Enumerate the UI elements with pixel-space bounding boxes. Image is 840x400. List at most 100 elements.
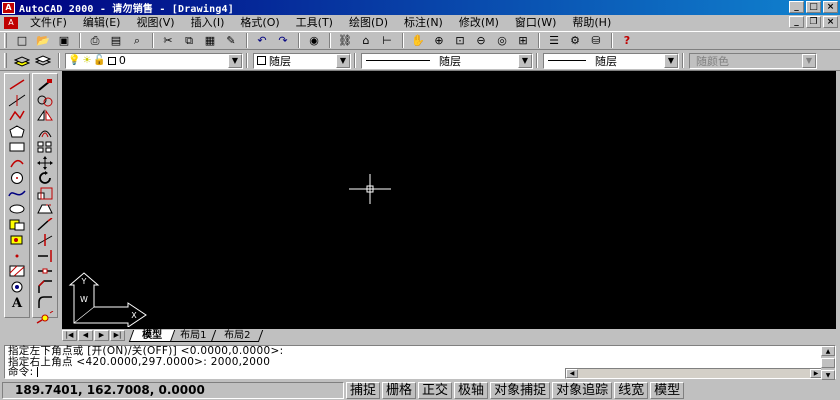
- status-toggle[interactable]: 正交: [418, 382, 453, 399]
- polygon-icon[interactable]: [7, 124, 27, 139]
- object-snap-icon[interactable]: ⌂: [357, 33, 375, 49]
- menu-item[interactable]: 标注(N): [396, 16, 451, 30]
- copy-object-icon[interactable]: [35, 94, 55, 108]
- scale-icon[interactable]: [35, 187, 55, 201]
- layers-icon[interactable]: [13, 53, 31, 69]
- save-icon[interactable]: ▣: [55, 33, 73, 49]
- status-toggle[interactable]: 极轴: [454, 382, 489, 399]
- status-toggle[interactable]: 模型: [650, 382, 685, 399]
- database-icon[interactable]: ⛁: [587, 33, 605, 49]
- command-vertical-scrollbar[interactable]: ▲ ▼: [821, 346, 835, 380]
- cut-icon[interactable]: ✂: [159, 33, 177, 49]
- first-tab-button[interactable]: |◀: [62, 330, 77, 341]
- menu-item[interactable]: 修改(M): [451, 16, 507, 30]
- insert-hyperlink-icon[interactable]: ⛓: [336, 33, 354, 49]
- spline-icon[interactable]: [7, 187, 27, 201]
- print-icon[interactable]: ⎙: [86, 33, 104, 49]
- move-icon[interactable]: [35, 155, 55, 170]
- tab-2[interactable]: 布局2: [211, 329, 264, 342]
- status-toggle[interactable]: 对象追踪: [552, 382, 613, 399]
- copy-icon[interactable]: ⧉: [180, 33, 198, 49]
- layer-dropdown[interactable]: 💡 ☀ 🔓 0 ▼: [65, 52, 243, 69]
- web-icon[interactable]: ◉: [305, 33, 323, 49]
- zoom-window-icon[interactable]: ⊡: [451, 33, 469, 49]
- scroll-thumb[interactable]: [821, 358, 835, 368]
- menu-item[interactable]: 文件(F): [22, 16, 75, 30]
- color-dropdown[interactable]: 随层 ▼: [253, 52, 351, 69]
- chevron-down-icon[interactable]: ▼: [228, 53, 242, 68]
- pan-icon[interactable]: ✋: [409, 33, 427, 49]
- point-icon[interactable]: [7, 249, 27, 263]
- menu-item[interactable]: 绘图(D): [341, 16, 396, 30]
- chevron-down-icon[interactable]: ▼: [664, 53, 678, 68]
- erase-icon[interactable]: [35, 78, 55, 92]
- hatch-icon[interactable]: [7, 264, 27, 278]
- status-toggle[interactable]: 栅格: [382, 382, 417, 399]
- find-icon[interactable]: ⌕: [128, 33, 146, 49]
- offset-icon[interactable]: [35, 125, 55, 139]
- tab-0[interactable]: 模型: [128, 329, 176, 342]
- named-views-icon[interactable]: ⊞: [514, 33, 532, 49]
- arc-icon[interactable]: [7, 156, 27, 170]
- coordinates-display[interactable]: 189.7401, 162.7008, 0.0000: [2, 382, 344, 399]
- menu-item[interactable]: 帮助(H): [564, 16, 619, 30]
- trim-icon[interactable]: [35, 233, 55, 247]
- menu-item[interactable]: 工具(T): [288, 16, 341, 30]
- lengthen-icon[interactable]: [35, 217, 55, 232]
- toolbar-grip[interactable]: [4, 53, 7, 68]
- menu-item[interactable]: 视图(V): [128, 16, 182, 30]
- new-icon[interactable]: □: [13, 33, 31, 49]
- preview-icon[interactable]: ▤: [107, 33, 125, 49]
- match-properties-icon[interactable]: ✎: [222, 33, 240, 49]
- explode-icon[interactable]: [35, 310, 55, 325]
- minimize-button[interactable]: _: [789, 1, 804, 13]
- ucs-icon[interactable]: ⊢: [378, 33, 396, 49]
- stretch-icon[interactable]: [35, 202, 55, 216]
- design-center-icon[interactable]: ⚙: [566, 33, 584, 49]
- insert-block-icon[interactable]: [7, 218, 27, 232]
- scroll-down-button[interactable]: ▼: [821, 370, 835, 380]
- menu-item[interactable]: 格式(O): [232, 16, 287, 30]
- maximize-button[interactable]: □: [806, 1, 821, 13]
- drawing-canvas[interactable]: Y W X: [62, 71, 836, 329]
- zoom-previous-icon[interactable]: ⊖: [472, 33, 490, 49]
- paste-icon[interactable]: ▦: [201, 33, 219, 49]
- fillet-icon[interactable]: [35, 295, 55, 309]
- command-horizontal-scrollbar[interactable]: ◀ ▶: [565, 368, 823, 379]
- scroll-up-button[interactable]: ▲: [821, 346, 835, 356]
- last-tab-button[interactable]: ▶|: [110, 330, 125, 341]
- line-icon[interactable]: [7, 78, 27, 92]
- extend-icon[interactable]: [35, 249, 55, 263]
- rotate-icon[interactable]: [35, 171, 55, 185]
- status-toggle[interactable]: 捕捉: [346, 382, 381, 399]
- properties-icon[interactable]: ☰: [545, 33, 563, 49]
- document-icon[interactable]: A: [4, 16, 18, 29]
- region-icon[interactable]: [7, 280, 27, 294]
- doc-minimize-button[interactable]: _: [789, 16, 804, 28]
- linetype-dropdown[interactable]: 随层 ▼: [361, 52, 533, 69]
- next-tab-button[interactable]: ▶: [94, 330, 109, 341]
- aerial-view-icon[interactable]: ◎: [493, 33, 511, 49]
- lineweight-dropdown[interactable]: 随层 ▼: [543, 52, 679, 69]
- zoom-realtime-icon[interactable]: ⊕: [430, 33, 448, 49]
- autocad-logo-icon[interactable]: A: [2, 1, 15, 14]
- undo-icon[interactable]: ↶: [253, 33, 271, 49]
- toolbar-grip[interactable]: [4, 33, 7, 48]
- make-block-icon[interactable]: [7, 233, 27, 247]
- ellipse-icon[interactable]: [7, 202, 27, 216]
- menu-item[interactable]: 插入(I): [183, 16, 233, 30]
- chevron-down-icon[interactable]: ▼: [336, 53, 350, 68]
- menu-item[interactable]: 编辑(E): [75, 16, 129, 30]
- make-layer-current-icon[interactable]: [34, 53, 52, 69]
- multiline-text-icon[interactable]: A: [7, 295, 27, 309]
- redo-icon[interactable]: ↷: [274, 33, 292, 49]
- status-toggle[interactable]: 对象捕捉: [490, 382, 551, 399]
- construction-line-icon[interactable]: [7, 94, 27, 108]
- circle-icon[interactable]: [7, 171, 27, 185]
- break-icon[interactable]: [35, 264, 55, 278]
- chevron-down-icon[interactable]: ▼: [518, 53, 532, 68]
- doc-restore-button[interactable]: ❐: [806, 16, 821, 28]
- array-icon[interactable]: [35, 140, 55, 154]
- mirror-icon[interactable]: [35, 109, 55, 123]
- chamfer-icon[interactable]: [35, 279, 55, 294]
